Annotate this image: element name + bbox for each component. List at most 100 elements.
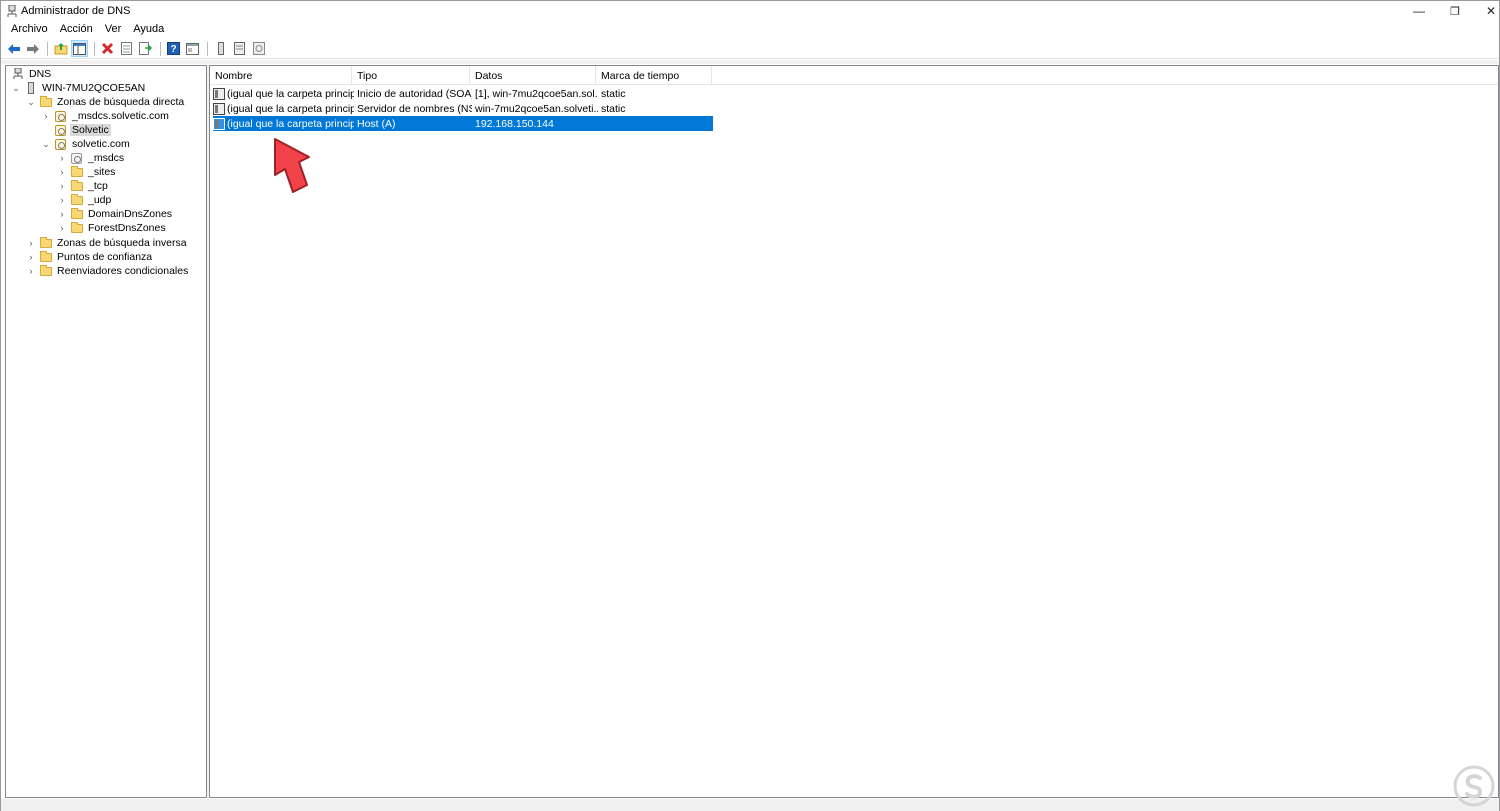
- tree-label: DomainDnsZones: [88, 208, 173, 220]
- solvetic-logo-icon: [1453, 765, 1495, 807]
- chevron-right-icon[interactable]: ›: [57, 165, 67, 179]
- tree-label: _sites: [88, 166, 116, 178]
- record-type: Inicio de autoridad (SOA): [357, 87, 472, 100]
- chevron-right-icon[interactable]: ›: [57, 207, 67, 221]
- folder-icon: [70, 165, 83, 178]
- server-icon: [24, 82, 37, 94]
- delete-button[interactable]: [99, 40, 116, 57]
- show-tree-button[interactable]: [71, 40, 88, 57]
- tree-node-dns-root[interactable]: DNS: [8, 67, 53, 81]
- record-name: (igual que la carpeta princip...: [227, 102, 354, 115]
- properties-button[interactable]: [118, 40, 135, 57]
- menu-view[interactable]: Ver: [99, 21, 128, 38]
- console-button[interactable]: [184, 40, 201, 57]
- record-data: [1], win-7mu2qcoe5an.sol...: [475, 87, 598, 100]
- up-level-button[interactable]: [52, 40, 69, 57]
- list-button[interactable]: [231, 40, 248, 57]
- dns-manager-window: Administrador de DNS — ❐ ✕ Archivo Acció…: [0, 0, 1500, 811]
- chevron-down-icon[interactable]: ⌄: [11, 81, 21, 95]
- refresh-button[interactable]: [250, 40, 267, 57]
- tree-label: WIN-7MU2QCOE5AN: [42, 82, 146, 94]
- chevron-right-icon[interactable]: ›: [26, 250, 36, 264]
- records-list: Nombre Tipo Datos Marca de tiempo (igual…: [209, 65, 1499, 798]
- record-icon: [213, 87, 225, 100]
- folder-icon: [39, 236, 52, 249]
- tree-node-server[interactable]: ⌄ WIN-7MU2QCOE5AN: [11, 81, 147, 95]
- chevron-down-icon[interactable]: ⌄: [26, 95, 36, 109]
- folder-icon: [70, 207, 83, 220]
- export-icon: [139, 42, 152, 55]
- back-button[interactable]: [5, 40, 22, 57]
- menu-action[interactable]: Acción: [54, 21, 99, 38]
- toolbar-separator: [207, 41, 208, 56]
- record-timestamp: static: [601, 87, 626, 100]
- table-row[interactable]: (igual que la carpeta princip... Inicio …: [213, 86, 713, 101]
- record-name: (igual que la carpeta princip...: [227, 117, 354, 130]
- toolbar: ?: [1, 39, 1499, 59]
- tree-node-sites[interactable]: › _sites: [57, 165, 117, 179]
- tree-node-forestdnszones[interactable]: › ForestDnsZones: [57, 221, 168, 235]
- table-row-selected[interactable]: (igual que la carpeta princip... Host (A…: [213, 116, 713, 131]
- tree-label: _tcp: [88, 180, 108, 192]
- tree-node-msdcs-zone[interactable]: › _msdcs.solvetic.com: [41, 109, 171, 123]
- tree-label: Puntos de confianza: [57, 251, 153, 263]
- minimize-button[interactable]: —: [1401, 1, 1437, 21]
- list-icon: [234, 42, 245, 55]
- column-header-type[interactable]: Tipo: [352, 66, 470, 85]
- chevron-right-icon[interactable]: ›: [57, 151, 67, 165]
- record-icon: [213, 102, 225, 115]
- table-row[interactable]: (igual que la carpeta princip... Servido…: [213, 101, 713, 116]
- forward-button[interactable]: [24, 40, 41, 57]
- restore-button[interactable]: ❐: [1437, 1, 1473, 21]
- tree-node-msdcs[interactable]: › _msdcs: [57, 151, 126, 165]
- tree-label: _udp: [88, 194, 112, 206]
- zone-icon: [54, 138, 67, 150]
- window-title: Administrador de DNS: [21, 5, 131, 17]
- chevron-down-icon[interactable]: ⌄: [41, 137, 51, 151]
- column-header-timestamp[interactable]: Marca de tiempo: [596, 66, 712, 85]
- chevron-right-icon[interactable]: ›: [57, 179, 67, 193]
- up-folder-icon: [54, 43, 67, 55]
- zone-icon: [54, 110, 67, 122]
- tree-node-tcp[interactable]: › _tcp: [57, 179, 110, 193]
- record-name: (igual que la carpeta princip...: [227, 87, 354, 100]
- server-button[interactable]: [212, 40, 229, 57]
- tree-label: Solvetic: [70, 124, 111, 136]
- refresh-icon: [252, 42, 265, 55]
- zone-icon: [54, 124, 67, 136]
- tree-node-conditional-forwarders[interactable]: › Reenviadores condicionales: [26, 264, 190, 278]
- server-icon: [217, 42, 224, 55]
- menu-file[interactable]: Archivo: [5, 21, 54, 38]
- record-timestamp: static: [601, 102, 626, 115]
- tree-node-trust-points[interactable]: › Puntos de confianza: [26, 250, 154, 264]
- tree-label: solvetic.com: [72, 138, 130, 150]
- tree-label: _msdcs.solvetic.com: [72, 110, 169, 122]
- folder-icon: [39, 250, 52, 263]
- console-tree: DNS ⌄ WIN-7MU2QCOE5AN ⌄ Zonas de búsqued…: [5, 65, 207, 798]
- menu-help[interactable]: Ayuda: [127, 21, 170, 38]
- help-button[interactable]: ?: [165, 40, 182, 57]
- pane-top-strip: [1, 60, 1499, 64]
- close-button[interactable]: ✕: [1473, 1, 1500, 21]
- menu-bar: Archivo Acción Ver Ayuda: [1, 21, 1499, 38]
- chevron-right-icon[interactable]: ›: [26, 264, 36, 278]
- tree-node-solvetic-com[interactable]: ⌄ solvetic.com: [41, 137, 132, 151]
- chevron-right-icon[interactable]: ›: [57, 193, 67, 207]
- tree-label: _msdcs: [88, 152, 125, 164]
- tree-label: ForestDnsZones: [88, 222, 166, 234]
- tree-node-udp[interactable]: › _udp: [57, 193, 113, 207]
- back-icon: [7, 43, 20, 54]
- chevron-right-icon[interactable]: ›: [26, 236, 36, 250]
- tree-label: Zonas de búsqueda directa: [57, 96, 185, 108]
- tree-node-solvetic-zone[interactable]: Solvetic: [41, 123, 111, 137]
- column-header-name[interactable]: Nombre: [210, 66, 352, 85]
- tree-node-reverse-zones[interactable]: › Zonas de búsqueda inversa: [26, 236, 189, 250]
- export-list-button[interactable]: [137, 40, 154, 57]
- tree-node-forward-zones[interactable]: ⌄ Zonas de búsqueda directa: [26, 95, 186, 109]
- show-tree-icon: [73, 42, 86, 55]
- help-icon: ?: [167, 42, 180, 55]
- chevron-right-icon[interactable]: ›: [57, 221, 67, 235]
- chevron-right-icon[interactable]: ›: [41, 109, 51, 123]
- column-header-data[interactable]: Datos: [470, 66, 596, 85]
- tree-node-domaindnszones[interactable]: › DomainDnsZones: [57, 207, 174, 221]
